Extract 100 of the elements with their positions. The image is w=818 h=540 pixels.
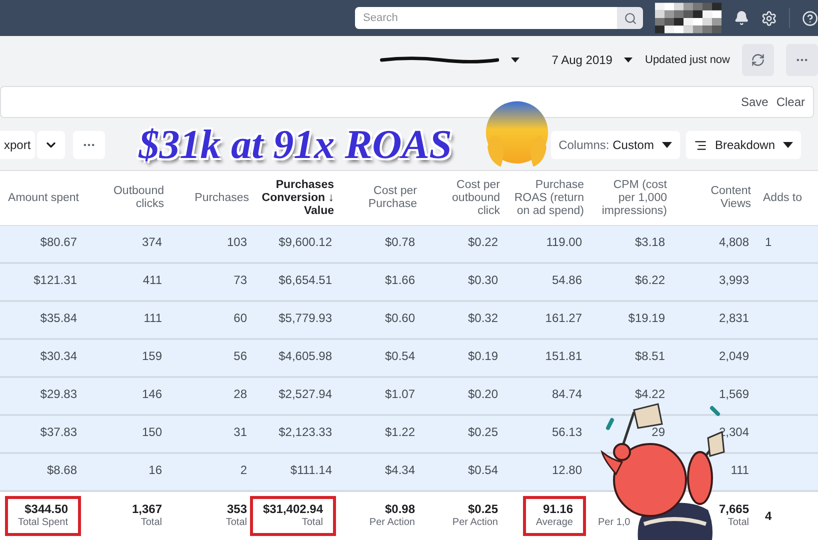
export-button[interactable]: xport (0, 131, 35, 159)
table-cell: 161.27 (545, 311, 582, 325)
caret-icon (662, 142, 672, 148)
caret-icon (511, 57, 520, 63)
export-menu-button[interactable] (36, 131, 65, 159)
table-cell: $37.83 (40, 425, 77, 439)
total-cell: $31,402.94 Total (250, 496, 336, 536)
table-cell: $0.54 (384, 349, 415, 363)
table-cell: $29.83 (40, 387, 77, 401)
table-cell: $1.07 (384, 387, 415, 401)
table-cell: $5,779.93 (278, 311, 332, 325)
table-cell: $3.18 (634, 235, 665, 249)
table-cell: 2,831 (718, 311, 749, 325)
update-status: Updated just now (645, 52, 730, 68)
total-cell: $0.25 Per Action (452, 502, 498, 530)
table-cell: 31 (234, 425, 247, 439)
column-header[interactable]: Outbound clicks (85, 171, 170, 225)
table-cell: 56.13 (552, 425, 582, 439)
table-cell: $0.32 (468, 311, 498, 325)
table-cell: $1.66 (384, 273, 415, 287)
list-icon (694, 138, 707, 152)
column-header[interactable]: Purchase ROAS (return on ad spend) (506, 171, 590, 225)
column-header[interactable]: Purchases (170, 171, 255, 225)
total-cell: 4 (765, 509, 772, 523)
settings-icon[interactable] (760, 10, 777, 26)
refresh-button[interactable] (742, 44, 774, 76)
breakdown-dropdown[interactable]: Breakdown (686, 131, 801, 159)
table-cell: $19.19 (628, 311, 665, 325)
column-header[interactable]: Cost per outbound click (423, 171, 506, 225)
table-cell: 54.86 (552, 273, 582, 287)
table-cell: $0.22 (468, 235, 498, 249)
table-cell: 2,049 (718, 349, 749, 363)
refresh-icon (751, 53, 765, 67)
table-cell: $0.60 (384, 311, 415, 325)
total-cell-text: Per 1,0 (598, 516, 630, 530)
table-cell: 111 (730, 463, 749, 477)
table-cell: $2,527.94 (278, 387, 332, 401)
table-cell: 60 (234, 311, 247, 325)
table-cell: $0.30 (468, 273, 498, 287)
column-header[interactable]: Cost per Purchase (340, 171, 423, 225)
table-cell: 29 (652, 425, 665, 439)
caret-icon (783, 142, 793, 148)
table-cell: $0.20 (468, 387, 498, 401)
table-cell: 1,569 (718, 387, 749, 401)
table-cell: 2 (240, 463, 247, 477)
table-cell: $8.51 (634, 349, 665, 363)
total-cell: $0.98 Per Action (369, 502, 415, 530)
table-cell: $30.34 (40, 349, 77, 363)
total-cell: 353 Total (226, 502, 247, 530)
column-header[interactable]: Adds to (757, 171, 818, 225)
table-cell: 150 (142, 425, 162, 439)
table-cell: 1 (765, 235, 772, 249)
total-cell: 7,665 Total (718, 502, 749, 530)
table-cell: 374 (142, 235, 162, 249)
table-cell: 12.80 (552, 463, 582, 477)
column-header[interactable]: Content Views (673, 171, 757, 225)
table-cell: 151.81 (545, 349, 582, 363)
column-header[interactable]: Amount spent (0, 171, 85, 225)
table-cell: $4.22 (634, 387, 665, 401)
help-icon[interactable] (802, 10, 818, 26)
total-cell: 1,367 Total (132, 502, 162, 530)
table-cell: $0.19 (468, 349, 498, 363)
table-cell: $121.31 (34, 273, 77, 287)
table-cell: 103 (226, 235, 247, 249)
table-cell: $6.22 (634, 273, 665, 287)
total-cell: 91.16 Average (522, 496, 586, 536)
filter-action-link[interactable]: Save (740, 93, 768, 111)
table-cell: 146 (142, 387, 162, 401)
table-cell: $1.22 (384, 425, 415, 439)
table-cell: $4.34 (384, 463, 415, 477)
search-icon (624, 12, 636, 24)
table-cell: 119.00 (546, 235, 582, 249)
columns-dropdown[interactable]: Columns: Custom (550, 131, 680, 159)
caret-icon (624, 57, 633, 63)
table-cell: $9,600.12 (278, 235, 332, 249)
table-cell: $8.68 (46, 463, 77, 477)
headline-overlay: $31k at 91x ROAS (138, 120, 452, 170)
bell-icon[interactable] (734, 10, 749, 26)
table-cell: $6,654.51 (278, 273, 332, 287)
table-cell: 411 (142, 273, 162, 287)
table-cell: $0.54 (468, 463, 498, 477)
column-header[interactable]: Purchases Conversion ↓ Value (255, 171, 340, 225)
table-cell: $80.67 (40, 235, 77, 249)
table-cell: 3,993 (718, 273, 749, 287)
total-cell: $344.50 Total Spent (4, 496, 81, 536)
search-field[interactable]: Search (355, 7, 617, 29)
column-header[interactable]: CPM (cost per 1,000 impressions) (590, 171, 673, 225)
table-cell: $0.25 (468, 425, 498, 439)
search-button[interactable] (617, 7, 643, 29)
table-cell: $0.78 (384, 235, 415, 249)
table-cell: $4,605.98 (278, 349, 332, 363)
table-cell: 111 (144, 311, 162, 325)
date-range[interactable]: 7 Aug 2019 (552, 51, 612, 69)
table-cell: $35.84 (40, 311, 77, 325)
table-cell: 28 (234, 387, 247, 401)
table-cell: $2,123.33 (278, 425, 332, 439)
table-cell: $111.14 (290, 463, 332, 477)
filter-action-link[interactable]: Clear (776, 93, 805, 111)
table-cell: 73 (234, 273, 247, 287)
table-cell: 16 (148, 463, 162, 477)
